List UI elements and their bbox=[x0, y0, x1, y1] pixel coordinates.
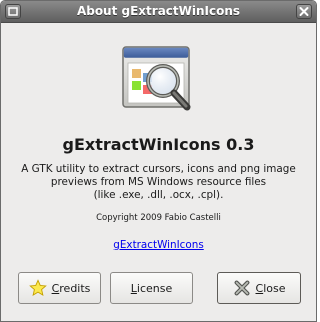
website-link[interactable]: gExtractWinIcons bbox=[113, 239, 203, 251]
copyright-text: Copyright 2009 Fabio Castelli bbox=[96, 213, 221, 223]
description-line: previews from MS Windows resource files bbox=[50, 176, 267, 188]
magnifier-window-icon bbox=[122, 46, 191, 111]
window-title: About gExtractWinIcons bbox=[76, 4, 241, 18]
title-bar[interactable]: About gExtractWinIcons bbox=[1, 1, 316, 23]
website-link-container: gExtractWinIcons bbox=[1, 239, 316, 251]
credits-button[interactable]: Credits bbox=[18, 272, 101, 304]
license-label: License bbox=[130, 281, 173, 295]
close-x-icon bbox=[234, 280, 249, 296]
license-button[interactable]: License bbox=[110, 272, 193, 304]
close-label: Close bbox=[255, 281, 286, 295]
credits-label: Credits bbox=[51, 281, 91, 295]
window-close-button[interactable] bbox=[296, 4, 312, 19]
about-dialog: About gExtractWinIcons gExtractWinIcons … bbox=[0, 0, 317, 322]
star-icon bbox=[28, 279, 47, 296]
dialog-content: gExtractWinIcons 0.3 A GTK utility to ex… bbox=[1, 23, 316, 321]
description-line: A GTK utility to extract cursors, icons … bbox=[21, 163, 296, 175]
close-icon bbox=[299, 7, 309, 16]
description-line: (like .exe, .dll, .ocx, .cpl). bbox=[93, 189, 224, 201]
close-button[interactable]: Close bbox=[217, 272, 301, 304]
app-name: gExtractWinIcons 0.3 bbox=[62, 135, 255, 154]
app-description: A GTK utility to extract cursors, icons … bbox=[17, 163, 300, 202]
